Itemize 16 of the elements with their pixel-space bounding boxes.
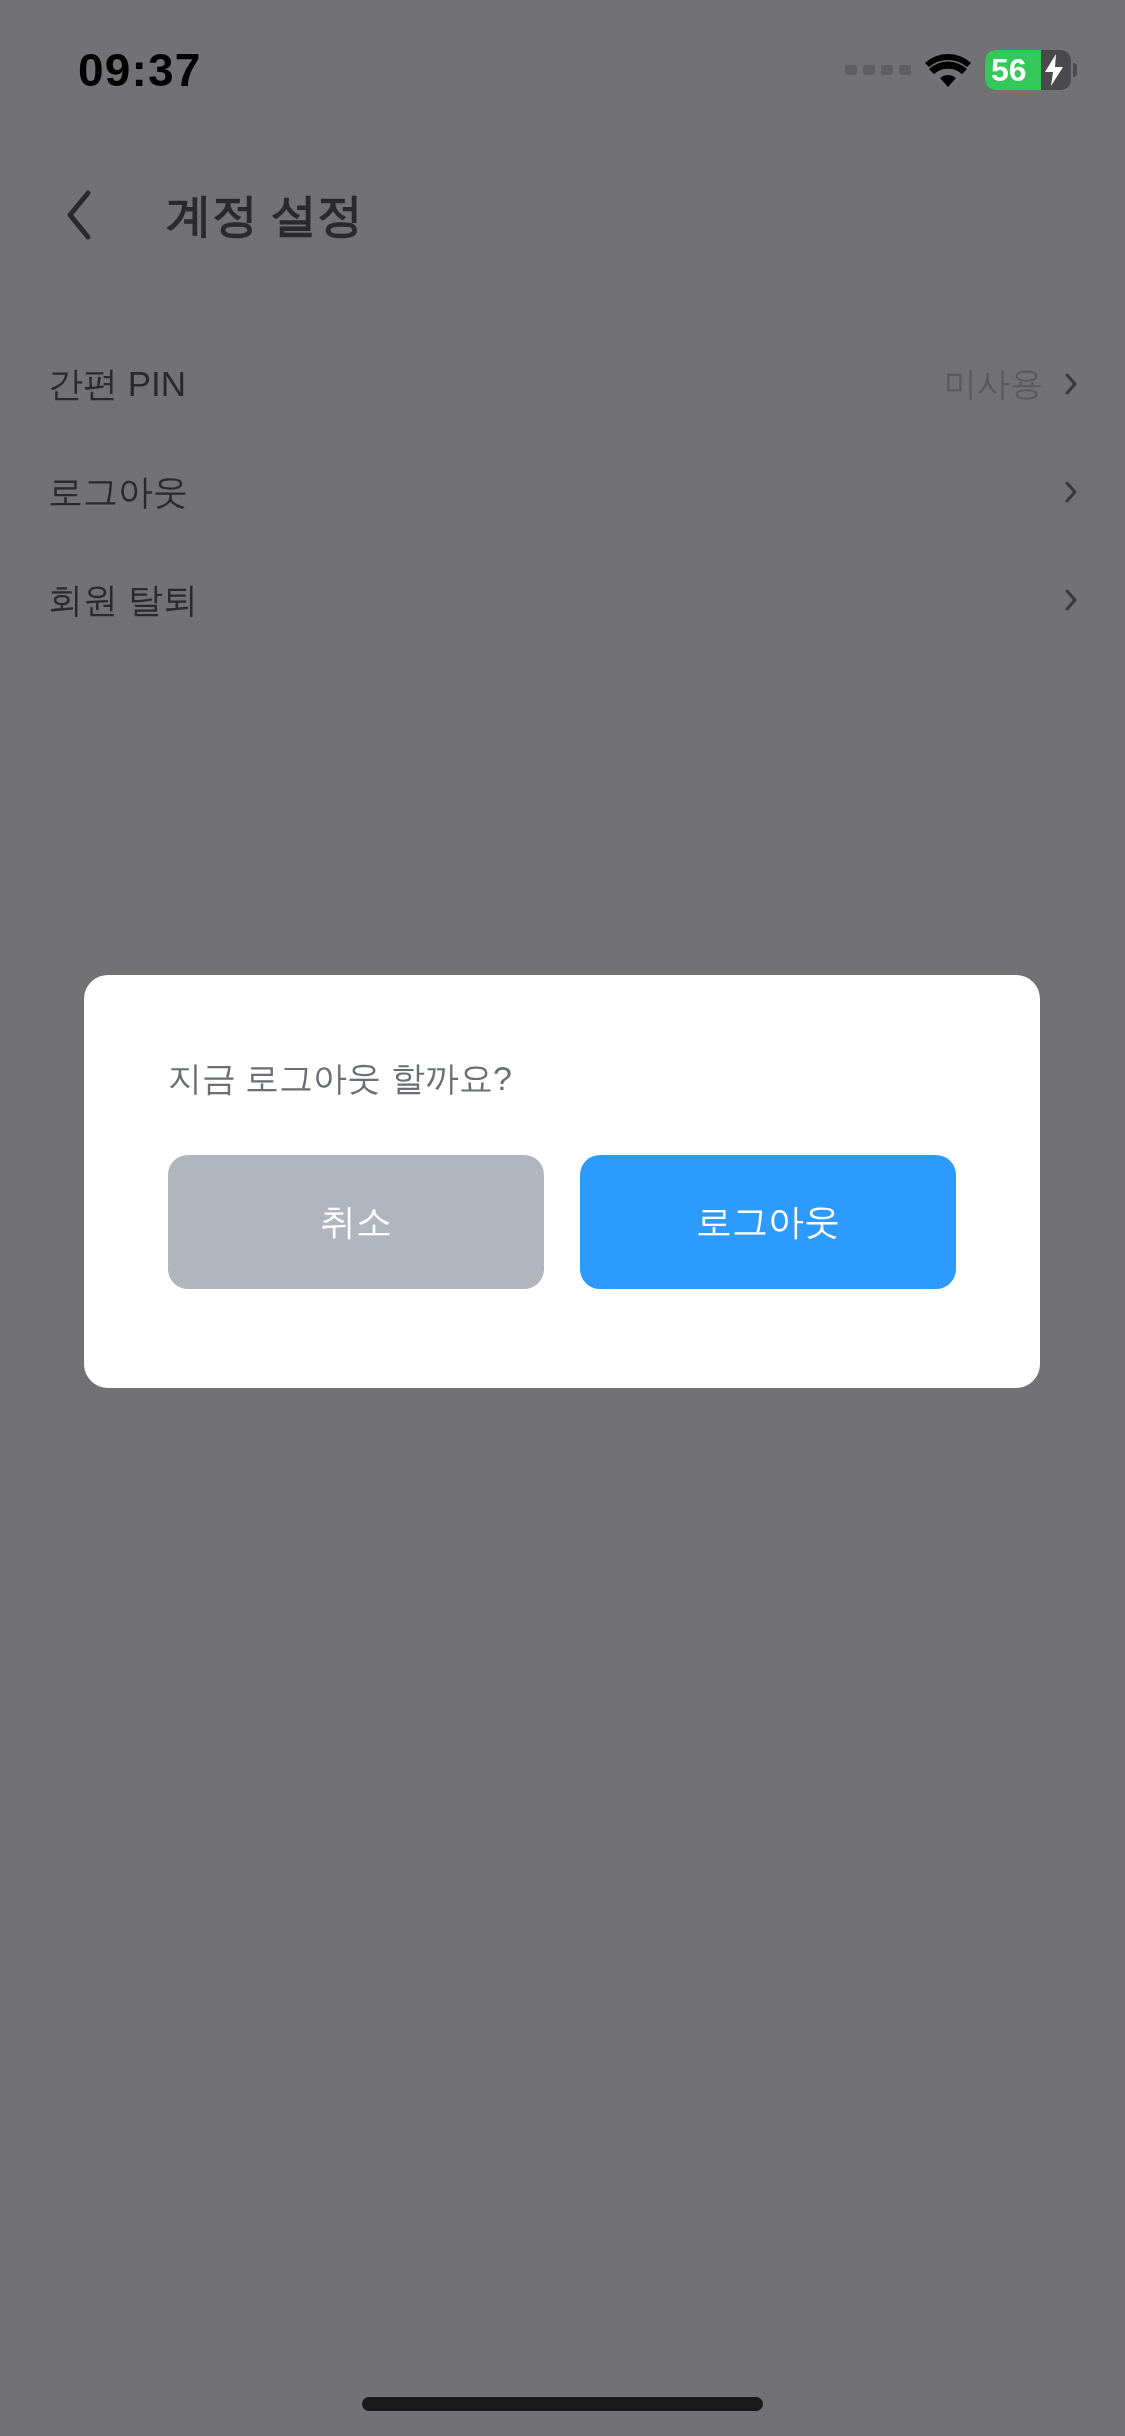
settings-row[interactable]: 회원 탈퇴 bbox=[0, 546, 1125, 654]
settings-label: 회원 탈퇴 bbox=[48, 578, 198, 621]
battery-percent: 56 bbox=[991, 54, 1027, 86]
settings-label: 간편 PIN bbox=[48, 362, 187, 405]
status-time: 09:37 bbox=[78, 42, 202, 98]
page-title: 계정 설정 bbox=[166, 187, 363, 243]
logout-button[interactable]: 로그아웃 bbox=[580, 1154, 956, 1289]
wifi-icon bbox=[925, 53, 971, 87]
chevron-right-icon bbox=[1065, 589, 1077, 611]
chevron-right-icon bbox=[1065, 373, 1077, 395]
chevron-right-icon bbox=[1065, 481, 1077, 503]
dialog-message: 지금 로그아웃 할까요? bbox=[168, 1058, 513, 1099]
charging-bolt-icon bbox=[1043, 54, 1065, 86]
settings-label: 로그아웃 bbox=[48, 470, 188, 513]
cancel-button[interactable]: 취소 bbox=[168, 1154, 544, 1289]
settings-row[interactable]: 로그아웃 bbox=[0, 438, 1125, 546]
